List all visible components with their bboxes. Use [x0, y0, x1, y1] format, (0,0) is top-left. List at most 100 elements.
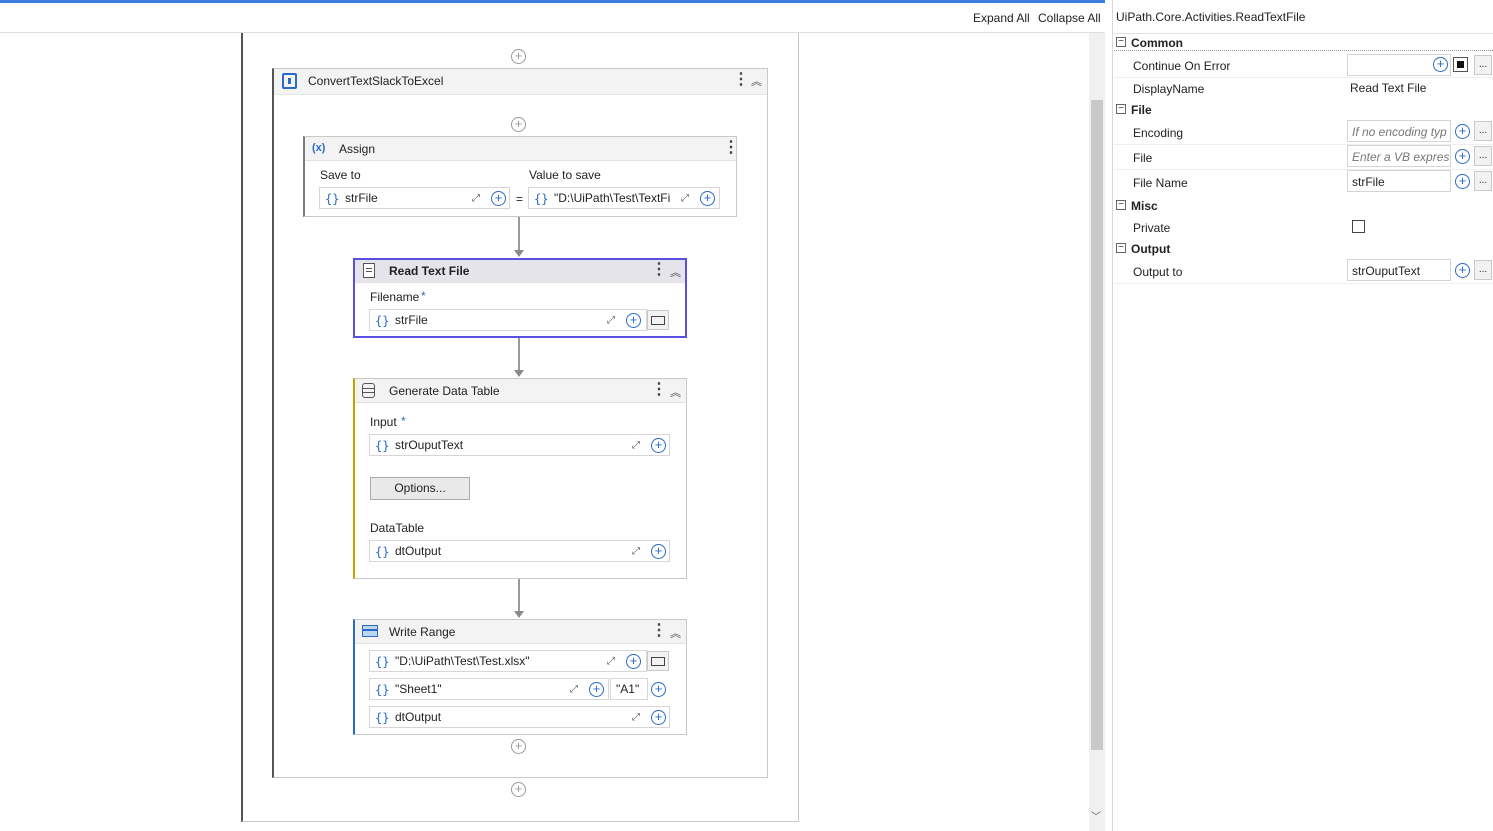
expression-icon: {} [375, 655, 390, 669]
add-variable-icon[interactable]: + [626, 654, 641, 669]
active-tab-indicator [0, 0, 1105, 3]
write-range-menu-icon[interactable]: ⋮ [651, 623, 667, 639]
add-variable-icon[interactable]: + [651, 544, 666, 559]
expression-icon: {} [375, 439, 390, 453]
expression-icon: {} [375, 545, 390, 559]
filename-label: Filename [370, 290, 420, 304]
workflow-designer: Expand All Collapse All + ConvertTextSla… [0, 0, 1105, 831]
datatable-label: DataTable [370, 521, 425, 535]
input-value: strOuputText [395, 438, 464, 452]
sequence-collapse-icon[interactable]: ︽ [751, 73, 762, 89]
scrollbar-thumb[interactable] [1091, 100, 1103, 750]
add-variable-icon[interactable]: + [1433, 57, 1448, 72]
sequence-icon [282, 73, 297, 89]
checkbox-checked-icon[interactable] [1453, 57, 1468, 72]
value-to-save-label: Value to save [529, 168, 601, 182]
collapse-file-icon[interactable]: − [1116, 104, 1126, 114]
collapse-all-link[interactable]: Collapse All [1038, 11, 1101, 25]
expand-editor-icon[interactable]: ⤢ [632, 440, 640, 451]
add-variable-icon[interactable]: + [626, 313, 641, 328]
read-text-file-collapse-icon[interactable]: ︽ [670, 264, 681, 280]
expand-editor-icon[interactable]: ⤢ [632, 712, 640, 723]
continue-on-error-label: Continue On Error [1133, 59, 1231, 73]
options-button[interactable]: Options... [370, 477, 470, 500]
connector-line [518, 579, 520, 612]
add-variable-icon[interactable]: + [1455, 174, 1470, 189]
save-to-value: strFile [345, 191, 378, 205]
more-button[interactable]: ... [1474, 121, 1492, 141]
generate-data-table-collapse-icon[interactable]: ︽ [670, 384, 681, 400]
read-file-icon [363, 263, 375, 278]
browse-folder-icon[interactable] [647, 651, 669, 671]
add-variable-icon[interactable]: + [651, 682, 666, 697]
start-cell-value: "A1" [616, 682, 640, 696]
row-divider [1114, 77, 1493, 78]
expression-icon: {} [325, 192, 340, 206]
connector-line [518, 338, 520, 371]
sequence-menu-icon[interactable]: ⋮ [733, 72, 749, 88]
encoding-label: Encoding [1133, 126, 1184, 140]
add-variable-icon[interactable]: + [700, 191, 715, 206]
write-range-collapse-icon[interactable]: ︽ [670, 625, 681, 641]
required-marker: * [421, 289, 426, 303]
more-button[interactable]: ... [1474, 55, 1492, 75]
assign-title: Assign [339, 142, 376, 156]
add-variable-icon[interactable]: + [589, 682, 604, 697]
category-common: Common [1131, 36, 1183, 50]
add-activity-icon[interactable]: + [511, 739, 526, 754]
assign-icon: (x) [312, 142, 326, 154]
sheet-name-value: "Sheet1" [395, 682, 442, 696]
more-button[interactable]: ... [1474, 171, 1492, 191]
expand-editor-icon[interactable]: ⤢ [632, 546, 640, 557]
scroll-down-icon[interactable]: ﹀ [1091, 808, 1101, 823]
encoding-hint: If no encoding type [1352, 125, 1447, 139]
category-misc: Misc [1131, 199, 1158, 213]
expression-icon: {} [375, 711, 390, 725]
private-checkbox[interactable] [1352, 220, 1365, 233]
display-name-value[interactable]: Read Text File [1350, 81, 1426, 95]
expand-editor-icon[interactable]: ⤢ [681, 193, 689, 204]
collapse-common-icon[interactable]: − [1116, 37, 1126, 47]
expression-icon: {} [375, 683, 390, 697]
expand-editor-icon[interactable]: ⤢ [607, 315, 615, 326]
generate-data-table-title: Generate Data Table [389, 384, 500, 398]
add-activity-icon[interactable]: + [511, 49, 526, 64]
collapse-output-icon[interactable]: − [1116, 243, 1126, 253]
category-file: File [1131, 103, 1152, 117]
file-name-label: File Name [1133, 176, 1188, 190]
private-label: Private [1133, 221, 1171, 235]
expand-all-link[interactable]: Expand All [973, 11, 1030, 25]
read-text-file-menu-icon[interactable]: ⋮ [651, 262, 667, 278]
equals-sign: = [516, 192, 524, 206]
add-variable-icon[interactable]: + [1455, 124, 1470, 139]
focus-line [1114, 50, 1493, 51]
save-to-label: Save to [320, 168, 361, 182]
add-variable-icon[interactable]: + [1455, 263, 1470, 278]
collapse-misc-icon[interactable]: − [1116, 200, 1126, 210]
add-variable-icon[interactable]: + [491, 191, 506, 206]
expression-icon: {} [534, 192, 549, 206]
add-activity-icon[interactable]: + [511, 117, 526, 132]
more-button[interactable]: ... [1474, 260, 1492, 280]
add-variable-icon[interactable]: + [651, 710, 666, 725]
input-label: Input [370, 415, 397, 429]
write-range-title: Write Range [389, 625, 456, 639]
connector-arrow [514, 611, 524, 618]
expand-editor-icon[interactable]: ⤢ [607, 656, 615, 667]
write-range-icon [362, 625, 378, 637]
add-activity-icon[interactable]: + [511, 782, 526, 797]
assign-menu-icon[interactable]: ⋮ [723, 140, 739, 156]
browse-folder-icon[interactable] [647, 310, 669, 330]
expand-editor-icon[interactable]: ⤢ [570, 684, 578, 695]
add-variable-icon[interactable]: + [1455, 149, 1470, 164]
more-button[interactable]: ... [1474, 146, 1492, 166]
generate-data-table-menu-icon[interactable]: ⋮ [651, 382, 667, 398]
output-to-label: Output to [1133, 265, 1183, 279]
add-variable-icon[interactable]: + [651, 438, 666, 453]
data-table-icon [362, 383, 375, 398]
expand-editor-icon[interactable]: ⤢ [472, 193, 480, 204]
file-name-value: strFile [1352, 175, 1385, 189]
write-datatable-value: dtOutput [395, 710, 442, 724]
connector-arrow [514, 250, 524, 257]
properties-header: UiPath.Core.Activities.ReadTextFile [1116, 10, 1306, 24]
